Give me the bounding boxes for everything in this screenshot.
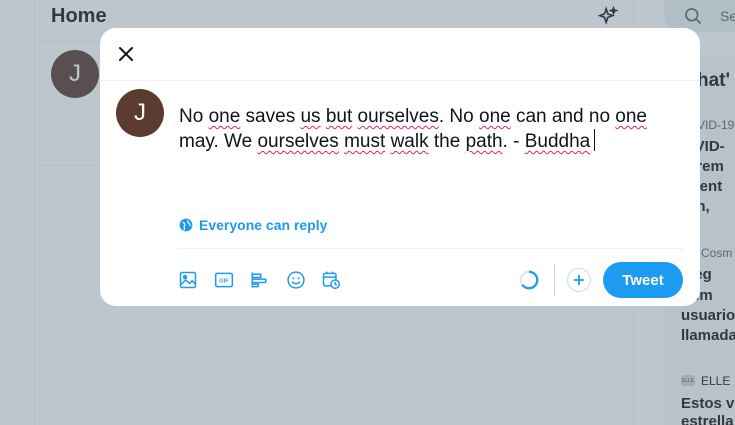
globe-icon <box>179 218 193 232</box>
toolbar-separator <box>554 264 555 296</box>
emoji-icon <box>287 271 305 289</box>
reply-setting-label: Everyone can reply <box>199 217 328 233</box>
poll-button[interactable] <box>247 268 271 292</box>
toolbar-divider <box>178 248 684 249</box>
character-count-ring <box>519 270 539 290</box>
gif-button[interactable]: GIF <box>212 268 236 292</box>
plus-icon <box>574 275 584 285</box>
add-tweet-button[interactable] <box>567 268 591 292</box>
avatar: J <box>116 89 164 137</box>
dialog-header-divider <box>100 80 700 81</box>
gif-label: GIF <box>219 279 229 285</box>
schedule-button[interactable] <box>319 268 343 292</box>
tweet-textarea[interactable]: No one saves us but ourselves. No one ca… <box>179 105 679 154</box>
reply-setting-button[interactable]: Everyone can reply <box>179 217 327 233</box>
text-cursor <box>594 129 596 151</box>
close-icon <box>119 47 133 61</box>
poll-icon <box>251 272 267 288</box>
gif-icon: GIF <box>214 272 234 288</box>
media-button[interactable] <box>176 268 200 292</box>
close-button[interactable] <box>112 40 140 68</box>
schedule-icon <box>322 271 341 290</box>
compose-tweet-dialog: J No one saves us but ourselves. No one … <box>100 28 700 306</box>
emoji-button[interactable] <box>284 268 308 292</box>
tweet-button[interactable]: Tweet <box>603 262 683 298</box>
image-icon <box>179 271 197 289</box>
